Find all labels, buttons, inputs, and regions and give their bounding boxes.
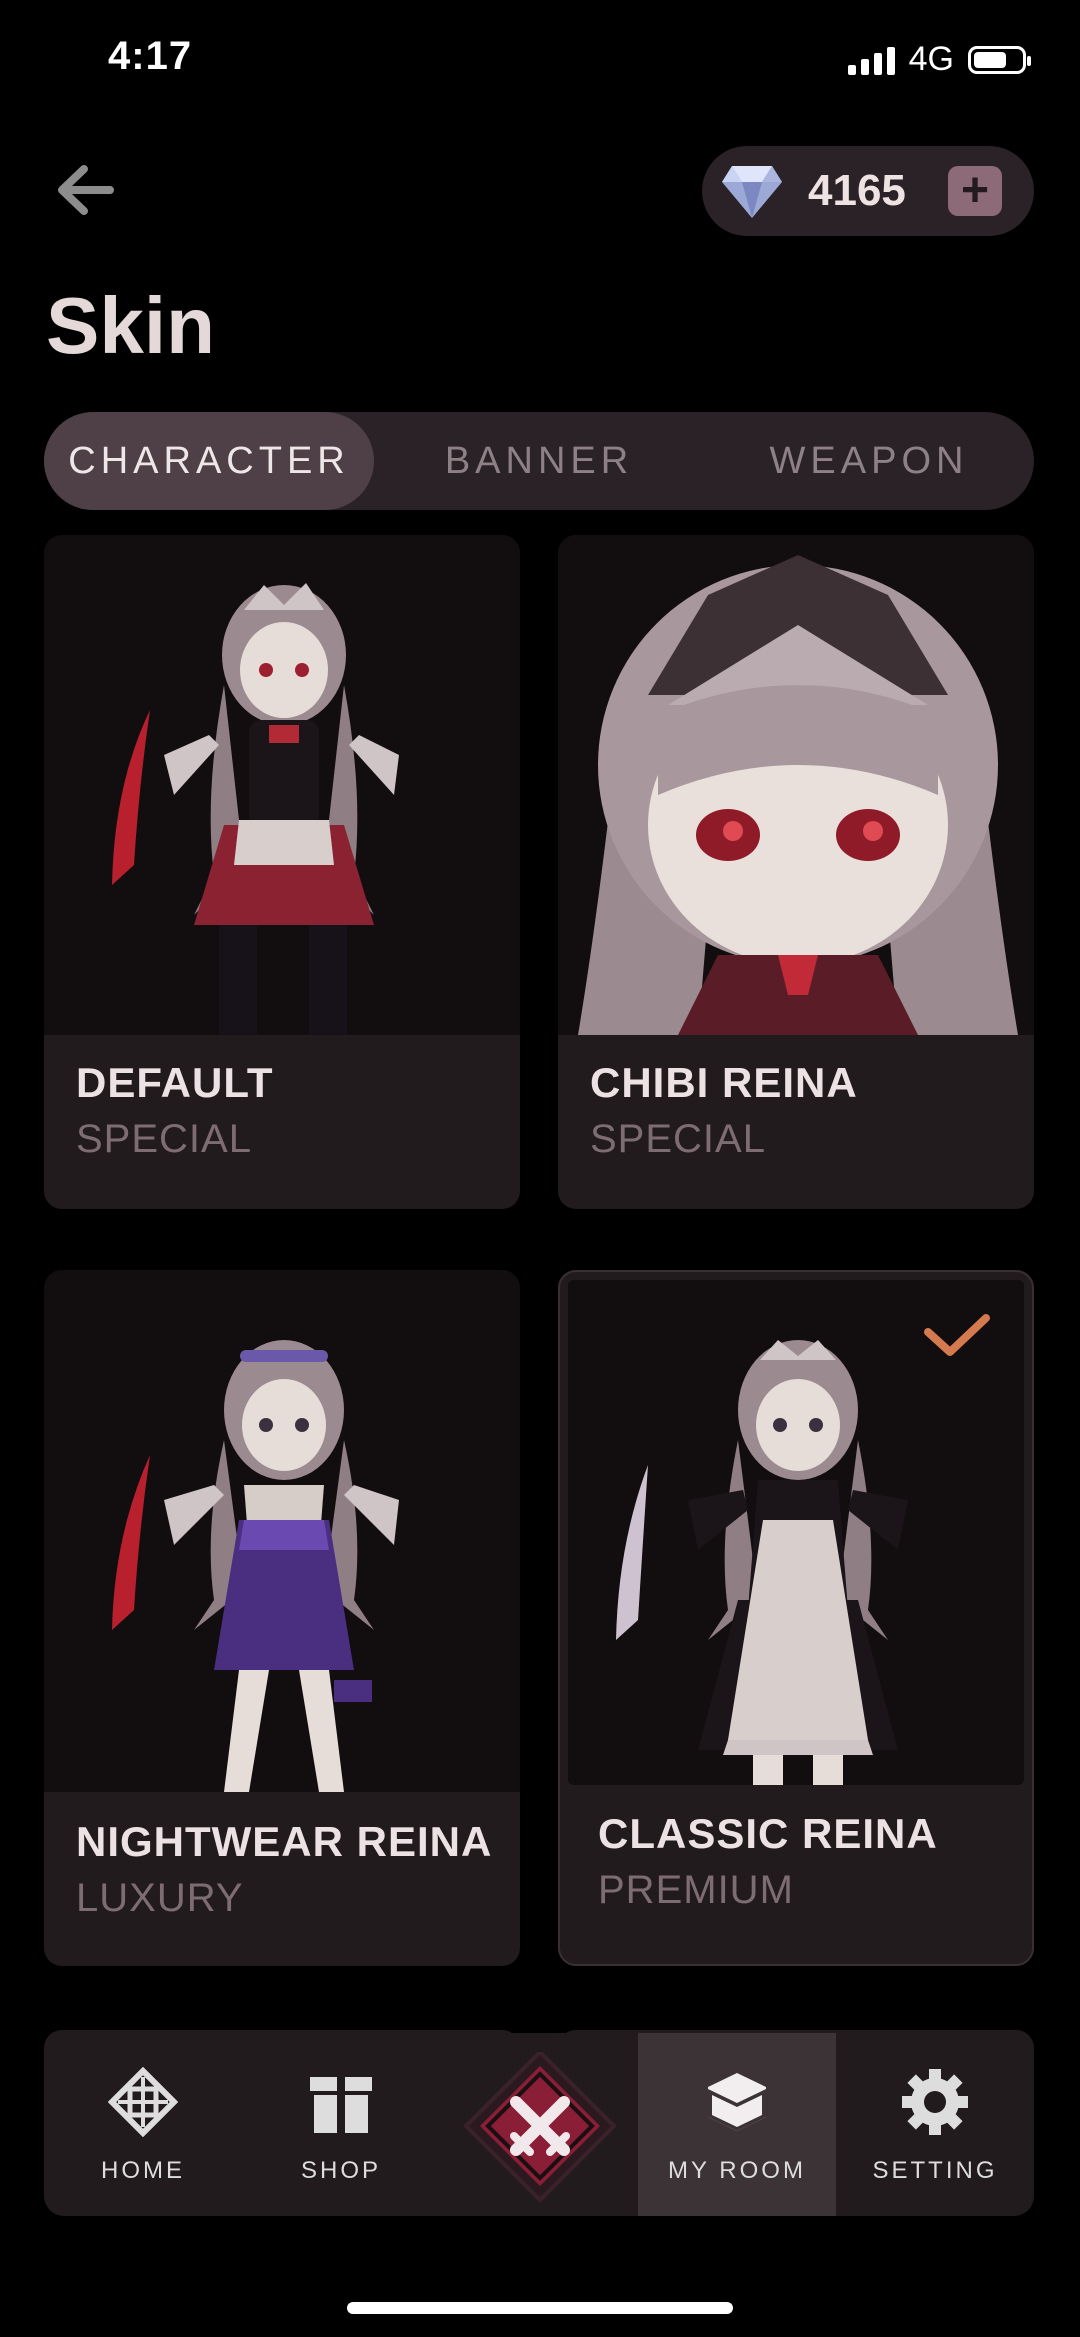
skin-name: DEFAULT xyxy=(76,1059,274,1106)
tab-banner[interactable]: BANNER xyxy=(374,412,704,510)
signal-icon xyxy=(847,45,895,75)
skin-card-chibi-reina[interactable]: CHIBI REINA SPECIAL xyxy=(558,535,1034,1209)
crossed-swords-icon xyxy=(463,2049,617,2203)
nav-setting[interactable]: SETTING xyxy=(836,2033,1034,2216)
status-bar: 4:17 4G xyxy=(0,0,1080,110)
back-arrow-icon[interactable] xyxy=(50,155,130,225)
nav-my-room[interactable]: MY ROOM xyxy=(638,2033,836,2216)
nav-label: HOME xyxy=(101,2157,185,2184)
skin-name: NIGHTWEAR REINA xyxy=(76,1818,493,1865)
skin-category-tabs: CHARACTER BANNER WEAPON xyxy=(44,412,1034,510)
nav-shop[interactable]: SHOP xyxy=(242,2033,440,2216)
tab-character[interactable]: CHARACTER xyxy=(44,412,374,510)
battery-icon xyxy=(968,45,1031,74)
nav-label: SHOP xyxy=(300,2157,381,2184)
skin-name: CLASSIC REINA xyxy=(598,1810,938,1857)
skin-rarity: PREMIUM xyxy=(598,1868,794,1912)
gem-count: 4165 xyxy=(808,166,906,215)
cube-icon xyxy=(708,2073,766,2131)
skin-name: CHIBI REINA xyxy=(590,1059,858,1106)
skin-rarity: LUXURY xyxy=(76,1876,244,1920)
skin-art-default xyxy=(44,535,520,1035)
skin-card-default[interactable]: DEFAULT SPECIAL xyxy=(44,535,520,1209)
diamond-target-icon xyxy=(108,2067,178,2137)
status-time: 4:17 xyxy=(108,34,193,78)
page-title: Skin xyxy=(46,281,215,370)
gift-icon xyxy=(310,2077,372,2133)
skin-card-classic-reina[interactable]: CLASSIC REINA PREMIUM xyxy=(558,1270,1034,1966)
gem-balance: 4165 + xyxy=(702,146,1034,236)
skin-art-nightwear-reina xyxy=(44,1270,520,1792)
nav-label: MY ROOM xyxy=(668,2157,806,2184)
nav-label: SETTING xyxy=(872,2157,998,2184)
battle-button[interactable] xyxy=(418,2049,662,2220)
skin-rarity: SPECIAL xyxy=(76,1117,252,1161)
gear-icon xyxy=(902,2069,968,2135)
tab-weapon[interactable]: WEAPON xyxy=(704,412,1034,510)
nav-home[interactable]: HOME xyxy=(44,2033,242,2216)
skin-rarity: SPECIAL xyxy=(590,1117,766,1161)
selected-check-icon xyxy=(922,1312,992,1362)
network-label: 4G xyxy=(908,40,954,78)
gem-icon xyxy=(722,166,782,218)
add-gems-button[interactable]: + xyxy=(948,166,1002,216)
skin-card-nightwear-reina[interactable]: NIGHTWEAR REINA LUXURY xyxy=(44,1270,520,1966)
home-indicator xyxy=(347,2302,733,2314)
skin-art-chibi-reina xyxy=(558,535,1034,1035)
